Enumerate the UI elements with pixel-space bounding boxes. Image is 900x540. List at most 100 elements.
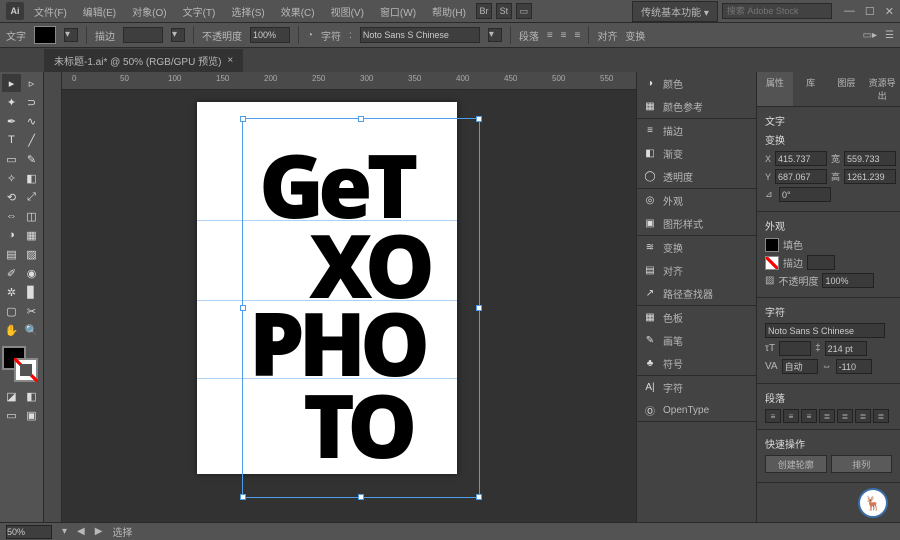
perspective-grid-tool[interactable]: ▦	[22, 226, 41, 244]
menu-view[interactable]: 视图(V)	[325, 2, 370, 21]
search-stock-input[interactable]	[722, 3, 832, 19]
close-tab-icon[interactable]: ×	[227, 55, 233, 66]
gradient-tool[interactable]: ▨	[22, 245, 41, 263]
tab-layers[interactable]: 图层	[829, 72, 865, 106]
panel-brushes[interactable]: ✎画笔	[637, 329, 756, 352]
rotate-tool[interactable]: ⟲	[2, 188, 21, 206]
artboard-nav-next-icon[interactable]: ▶	[95, 526, 103, 537]
panel-transform[interactable]: ≋变换	[637, 236, 756, 259]
panel-gradient[interactable]: ◧渐变	[637, 142, 756, 165]
menu-file[interactable]: 文件(F)	[28, 2, 73, 21]
artboard-tool[interactable]: ▢	[2, 302, 21, 320]
eraser-tool[interactable]: ◧	[22, 169, 41, 187]
slice-tool[interactable]: ✂	[22, 302, 41, 320]
para-align-center[interactable]: ≡	[783, 409, 799, 423]
panel-symbols[interactable]: ♣符号	[637, 352, 756, 375]
column-graph-tool[interactable]: ▊	[22, 283, 41, 301]
screen-mode-icon[interactable]: ▣	[22, 406, 41, 424]
workspace-switcher[interactable]: 传统基本功能 ▾	[632, 1, 718, 22]
align-left-icon[interactable]: ≡	[547, 30, 553, 41]
panel-stroke[interactable]: ≡描边	[637, 119, 756, 142]
transform-y-input[interactable]	[775, 169, 827, 184]
selection-tool[interactable]: ▸	[2, 74, 21, 92]
type-tool[interactable]: T	[2, 131, 21, 149]
stroke-weight-input[interactable]	[123, 27, 163, 43]
font-size-prop[interactable]	[779, 341, 811, 356]
symbol-sprayer-tool[interactable]: ✲	[2, 283, 21, 301]
rectangle-tool[interactable]: ▭	[2, 150, 21, 168]
transform-rotate-input[interactable]	[779, 187, 831, 202]
panel-appearance[interactable]: ◎外观	[637, 189, 756, 212]
color-swatches[interactable]	[2, 346, 38, 382]
color-mode-icon[interactable]: ◪	[2, 387, 21, 405]
panel-color[interactable]: ◑颜色	[637, 72, 756, 95]
direct-selection-tool[interactable]: ▹	[22, 74, 41, 92]
arrange-icon[interactable]: ▭	[516, 3, 532, 19]
align-center-icon[interactable]: ≡	[561, 30, 567, 41]
panel-menu-icon[interactable]: ▭▸	[863, 30, 877, 41]
magic-wand-tool[interactable]: ✦	[2, 93, 21, 111]
tab-libraries[interactable]: 库	[793, 72, 829, 106]
hand-tool[interactable]: ✋	[2, 321, 21, 339]
opacity-input[interactable]	[250, 27, 290, 43]
paintbrush-tool[interactable]: ✎	[22, 150, 41, 168]
draw-normal-icon[interactable]: ▭	[2, 406, 21, 424]
art-text-line-4[interactable]: TO	[303, 390, 411, 459]
shape-builder-tool[interactable]: ◑	[2, 226, 21, 244]
menu-effect[interactable]: 效果(C)	[275, 2, 321, 21]
panel-align[interactable]: ▤对齐	[637, 259, 756, 282]
menu-window[interactable]: 窗口(W)	[374, 2, 422, 21]
free-transform-tool[interactable]: ◫	[22, 207, 41, 225]
blend-tool[interactable]: ◉	[22, 264, 41, 282]
leading-prop[interactable]	[825, 341, 867, 356]
panel-character[interactable]: A|字符	[637, 376, 756, 399]
menu-type[interactable]: 文字(T)	[177, 2, 222, 21]
eyedropper-tool[interactable]: ✐	[2, 264, 21, 282]
font-family-input[interactable]	[360, 27, 480, 43]
curvature-tool[interactable]: ∿	[22, 112, 41, 130]
para-align-left[interactable]: ≡	[765, 409, 781, 423]
font-dropdown[interactable]: ▾	[488, 28, 502, 42]
align-right-icon[interactable]: ≡	[575, 30, 581, 41]
tab-asset-export[interactable]: 资源导出	[864, 72, 900, 106]
zoom-tool[interactable]: 🔍	[22, 321, 41, 339]
transform-h-input[interactable]	[844, 169, 896, 184]
transform-x-input[interactable]	[775, 151, 827, 166]
window-minimize-icon[interactable]: —	[844, 5, 855, 18]
pen-tool[interactable]: ✒	[2, 112, 21, 130]
para-justify-all[interactable]: ≣	[873, 409, 889, 423]
stroke-swatch[interactable]	[14, 358, 38, 382]
tab-properties[interactable]: 属性	[757, 72, 793, 106]
fill-dropdown[interactable]: ▾	[64, 28, 78, 42]
options-flyout-icon[interactable]: ☰	[885, 30, 894, 41]
panel-swatches[interactable]: ▦色板	[637, 306, 756, 329]
zoom-dropdown-icon[interactable]: ▾	[62, 526, 67, 537]
stroke-swatch-prop[interactable]	[765, 256, 779, 270]
transform-w-input[interactable]	[844, 151, 896, 166]
scale-tool[interactable]: ⤢	[22, 188, 41, 206]
menu-help[interactable]: 帮助(H)	[426, 2, 472, 21]
stroke-dropdown[interactable]: ▾	[171, 28, 185, 42]
width-tool[interactable]: ⇔	[2, 207, 21, 225]
canvas[interactable]: GeT XO PHO TO	[62, 90, 636, 522]
font-family-prop[interactable]	[765, 323, 885, 338]
line-segment-tool[interactable]: ╱	[22, 131, 41, 149]
bridge-icon[interactable]: Br	[476, 3, 492, 19]
panel-opentype[interactable]: ⓄOpenType	[637, 399, 756, 421]
stock-icon[interactable]: St	[496, 3, 512, 19]
panel-color-guide[interactable]: ▦颜色参考	[637, 95, 756, 118]
para-justify-center[interactable]: ≣	[837, 409, 853, 423]
para-justify-right[interactable]: ≣	[855, 409, 871, 423]
fill-swatch-prop[interactable]	[765, 238, 779, 252]
opacity-prop-input[interactable]	[822, 273, 874, 288]
menu-select[interactable]: 选择(S)	[225, 2, 270, 21]
fill-color-swatch[interactable]	[34, 26, 56, 44]
tracking-prop[interactable]	[836, 359, 872, 374]
window-close-icon[interactable]: ✕	[885, 5, 894, 18]
lasso-tool[interactable]: ⊃	[22, 93, 41, 111]
menu-edit[interactable]: 编辑(E)	[77, 2, 122, 21]
create-outlines-button[interactable]: 创建轮廓	[765, 455, 827, 473]
shaper-tool[interactable]: ✧	[2, 169, 21, 187]
panel-transparency[interactable]: ◯透明度	[637, 165, 756, 188]
stroke-weight-prop[interactable]	[807, 255, 835, 270]
